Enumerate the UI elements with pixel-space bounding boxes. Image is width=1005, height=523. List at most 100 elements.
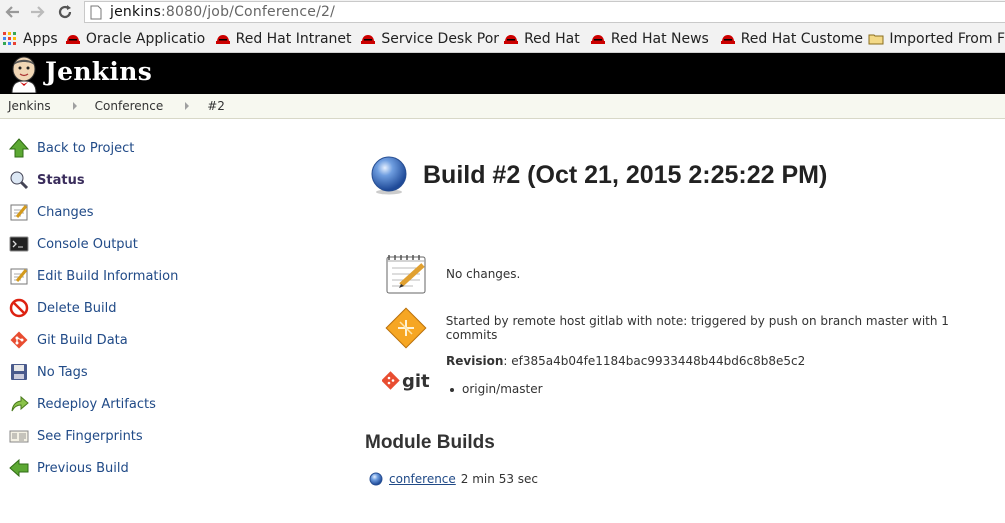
bookmark-service-desk-portal[interactable]: Service Desk Port <box>360 25 503 52</box>
task-redeploy-artifacts[interactable]: Redeploy Artifacts <box>0 388 300 420</box>
revision-label: Revision <box>446 354 504 368</box>
bookmark-label: Red Hat <box>524 30 580 47</box>
branch-item: origin/master <box>446 382 805 396</box>
redhat-icon <box>504 34 519 44</box>
bookmark-red-hat-customer[interactable]: Red Hat Custome <box>720 25 869 52</box>
breadcrumb-conference[interactable]: Conference <box>95 99 164 113</box>
bookmark-imported-folder[interactable]: Imported From F <box>868 25 1005 52</box>
up-arrow-icon <box>8 137 30 159</box>
browser-toolbar: jenkins:8080/job/Conference/2/ <box>0 0 1005 25</box>
save-disk-icon <box>8 361 30 383</box>
forward-button[interactable] <box>27 2 47 22</box>
breadcrumb-separator-icon[interactable] <box>185 102 190 110</box>
bookmark-red-hat-intranet[interactable]: Red Hat Intranet <box>215 25 361 52</box>
notepad-icon <box>8 201 30 223</box>
changes-text: No changes. <box>446 267 521 281</box>
task-previous-build[interactable]: Previous Build <box>0 452 300 484</box>
blue-ball-status-icon <box>371 156 407 195</box>
redhat-icon <box>215 34 230 44</box>
git-logo-icon: git <box>382 364 430 398</box>
task-edit-build-information[interactable]: Edit Build Information <box>0 260 300 292</box>
bookmark-label: Imported From F <box>889 30 1005 47</box>
apps-grid-icon <box>3 31 16 45</box>
bookmarks-bar: Apps Oracle Applicatio Red Hat Intranet … <box>0 25 1005 53</box>
breadcrumb-build-2[interactable]: #2 <box>207 99 225 113</box>
cause-text: Started by remote host gitlab with note:… <box>445 314 949 342</box>
build-header: Build #2 (Oct 21, 2015 2:25:22 PM) <box>369 155 827 195</box>
task-link[interactable]: Redeploy Artifacts <box>37 397 156 412</box>
left-arrow-icon <box>8 457 30 479</box>
task-status[interactable]: Status <box>0 164 300 196</box>
folder-icon <box>868 34 884 44</box>
bookmark-label: Red Hat Intranet <box>235 30 352 47</box>
task-link[interactable]: Delete Build <box>37 301 116 316</box>
task-link[interactable]: Console Output <box>37 237 138 252</box>
module-link-conference[interactable]: conference <box>389 472 456 486</box>
bookmark-red-hat-news[interactable]: Red Hat News <box>590 25 720 52</box>
git-row: git Revision: ef385a4b04fe1184bac9933448… <box>382 354 805 398</box>
notepad-icon <box>382 250 430 298</box>
task-link[interactable]: Edit Build Information <box>37 269 178 284</box>
bookmark-label: Service Desk Port <box>381 30 500 47</box>
bookmark-apps[interactable]: Apps <box>2 25 65 52</box>
bookmark-label: Oracle Applicatio <box>85 30 206 47</box>
url-text: jenkins:8080/job/Conference/2/ <box>110 4 336 20</box>
branch-list: origin/master <box>446 382 805 396</box>
reload-icon <box>58 5 72 19</box>
task-console-output[interactable]: Console Output <box>0 228 300 260</box>
task-link[interactable]: See Fingerprints <box>37 429 143 444</box>
jenkins-butler-logo-icon[interactable] <box>6 55 42 93</box>
redeploy-arrow-icon <box>8 393 30 415</box>
task-link[interactable]: Back to Project <box>37 141 134 156</box>
task-no-tags[interactable]: No Tags <box>0 356 300 388</box>
git-icon <box>8 329 30 351</box>
redhat-icon <box>720 34 735 44</box>
task-back-to-project[interactable]: Back to Project <box>0 132 300 164</box>
breadcrumb-jenkins[interactable]: Jenkins <box>8 99 51 113</box>
task-link[interactable]: Changes <box>37 205 94 220</box>
task-link[interactable]: Git Build Data <box>37 333 128 348</box>
breadcrumb: Jenkins Conference #2 <box>0 94 1005 119</box>
jenkins-title[interactable]: Jenkins <box>45 57 152 86</box>
page-icon <box>90 5 102 19</box>
revision-line: Revision: ef385a4b04fe1184bac9933448b44b… <box>446 354 805 368</box>
build-cause-icon <box>382 304 430 352</box>
bookmark-label: Red Hat Custome <box>740 30 863 47</box>
address-bar[interactable]: jenkins:8080/job/Conference/2/ <box>84 1 1005 23</box>
page-title: Build #2 (Oct 21, 2015 2:25:22 PM) <box>423 160 828 189</box>
bookmark-label: Apps <box>23 30 58 47</box>
task-git-build-data[interactable]: Git Build Data <box>0 324 300 356</box>
breadcrumb-separator-icon[interactable] <box>72 102 77 110</box>
module-build-row: conference 2 min 53 sec <box>369 472 538 486</box>
bookmark-red-hat[interactable]: Red Hat <box>503 25 590 52</box>
module-duration: 2 min 53 sec <box>460 472 539 486</box>
redhat-icon <box>361 34 376 44</box>
svg-text:git: git <box>402 371 430 392</box>
fingerprint-card-icon <box>8 425 30 447</box>
revision-block: Revision: ef385a4b04fe1184bac9933448b44b… <box>446 354 805 396</box>
revision-hash: : ef385a4b04fe1184bac9933448b44bd6c8b8e5… <box>503 354 806 368</box>
jenkins-header: Jenkins <box>0 53 1005 94</box>
side-panel: Back to Project Status Changes Console O… <box>0 132 300 484</box>
bookmark-label: Red Hat News <box>610 30 709 47</box>
task-changes[interactable]: Changes <box>0 196 300 228</box>
task-link[interactable]: Status <box>37 173 85 188</box>
magnifier-icon <box>8 169 30 191</box>
terminal-icon <box>8 233 30 255</box>
bookmark-oracle-applications[interactable]: Oracle Applicatio <box>65 25 215 52</box>
task-see-fingerprints[interactable]: See Fingerprints <box>0 420 300 452</box>
no-entry-icon <box>8 297 30 319</box>
cause-row: Started by remote host gitlab with note:… <box>382 304 1002 352</box>
blue-ball-status-icon <box>369 472 383 486</box>
reload-button[interactable] <box>55 2 75 22</box>
task-link[interactable]: Previous Build <box>37 461 129 476</box>
task-delete-build[interactable]: Delete Build <box>0 292 300 324</box>
back-button[interactable] <box>3 2 23 22</box>
changes-row: No changes. <box>382 250 520 298</box>
back-arrow-icon <box>5 6 19 18</box>
notepad-icon <box>8 265 30 287</box>
redhat-icon <box>65 34 80 44</box>
task-link[interactable]: No Tags <box>37 365 88 380</box>
redhat-icon <box>590 34 605 44</box>
forward-arrow-icon <box>31 6 45 18</box>
